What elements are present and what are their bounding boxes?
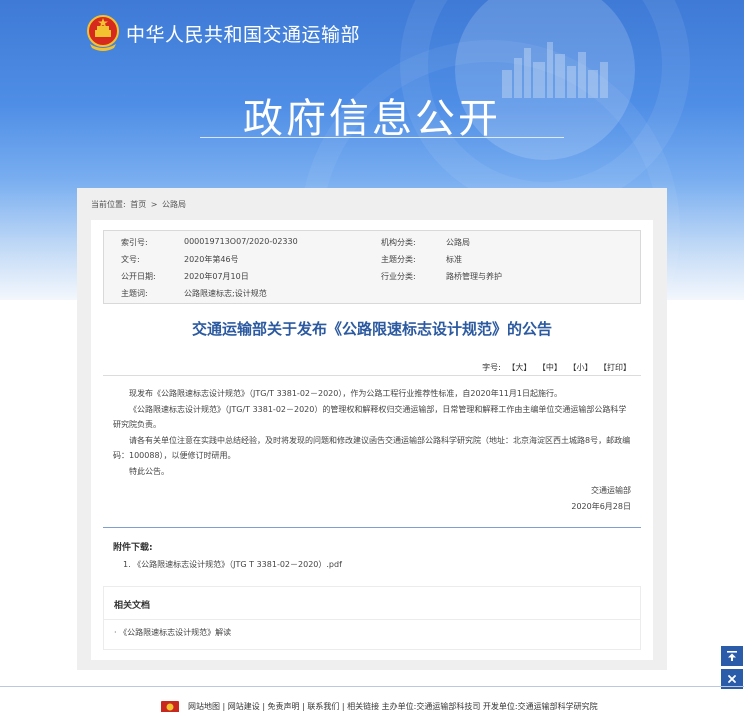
meta-docno-label: 文号: [121,255,140,264]
national-emblem-icon [87,15,119,51]
meta-date-label: 公开日期: [121,272,156,281]
body-paragraph: 特此公告。 [129,466,169,476]
signature: 交通运输部 [591,486,631,495]
body-paragraph: 请各有关单位注意在实践中总结经验，及时将发现的问题和修改建议函告交通运输部公路科… [113,435,631,461]
breadcrumb: 当前位置: 首页 > 公路局 [91,199,188,210]
back-to-top-button[interactable] [721,646,743,666]
content-panel: 当前位置: 首页 > 公路局 索引号: 000019713O07/2020-02… [77,188,667,670]
print-button[interactable]: 【打印】 [599,363,631,372]
meta-org-label: 机构分类: [381,238,416,247]
back-to-top-icon [727,651,737,661]
document-title: 交通运输部关于发布《公路限速标志设计规范》的公告 [191,320,552,338]
meta-org-value: 公路局 [446,238,470,247]
document-body: 现发布《公路限速标志设计规范》（JTG/T 3381-02－2020），作为公路… [113,386,633,479]
breadcrumb-current[interactable]: 公路局 [162,200,186,209]
meta-industry-label: 行业分类: [381,272,416,281]
meta-date-value: 2020年07月10日 [184,272,249,281]
meta-keyword-value: 公路限速标志;设计规范 [184,289,267,298]
title-underline [200,137,564,138]
breadcrumb-label: 当前位置: [91,200,126,209]
font-size-label: 字号: [482,363,501,372]
meta-topic-value: 标准 [446,255,462,264]
breadcrumb-separator: > [150,200,158,209]
related-heading: 相关文档 [114,601,151,611]
meta-keyword-label: 主题词: [121,289,148,298]
divider [103,375,641,376]
metadata-table: 索引号: 000019713O07/2020-02330 机构分类: 公路局 文… [103,230,641,304]
font-large-button[interactable]: 【大】 [507,363,531,372]
ministry-name[interactable]: 中华人民共和国交通运输部 [126,20,360,47]
meta-topic-label: 主题分类: [381,255,416,264]
meta-index-label: 索引号: [121,238,148,247]
meta-docno-value: 2020年第46号 [184,255,239,264]
sign-date: 2020年6月28日 [571,502,631,511]
meta-index-value: 000019713O07/2020-02330 [184,237,298,246]
divider [104,619,640,620]
article-card: 索引号: 000019713O07/2020-02330 机构分类: 公路局 文… [91,220,653,660]
close-icon [728,675,736,683]
footer-links[interactable]: 网站地图 | 网站建设 | 免责声明 | 联系我们 | 相关链接 主办单位:交通… [188,701,598,712]
font-size-tools: 字号: 【大】 【中】 【小】 【打印】 [478,362,631,373]
body-paragraph: 现发布《公路限速标志设计规范》（JTG/T 3381-02－2020），作为公路… [129,389,562,398]
attachments-heading: 附件下载: [113,543,153,553]
page-title: 政府信息公开 [243,96,501,142]
related-documents: 相关文档 · 《公路限速标志设计规范》解读 [103,586,641,650]
body-paragraph: 《公路限速标志设计规范》（JTG/T 3381-02－2020）的管理权和解释权… [113,404,627,430]
related-link[interactable]: · 《公路限速标志设计规范》解读 [114,627,231,638]
font-small-button[interactable]: 【小】 [568,363,592,372]
attachment-link[interactable]: 1. 《公路限速标志设计规范》（JTG T 3381-02－2020）.pdf [123,559,342,570]
divider [103,527,641,528]
breadcrumb-home[interactable]: 首页 [130,200,146,209]
font-medium-button[interactable]: 【中】 [538,363,562,372]
meta-industry-value: 路桥管理与养护 [446,272,502,281]
national-emblem-icon [161,701,179,712]
footer-divider [0,686,744,687]
